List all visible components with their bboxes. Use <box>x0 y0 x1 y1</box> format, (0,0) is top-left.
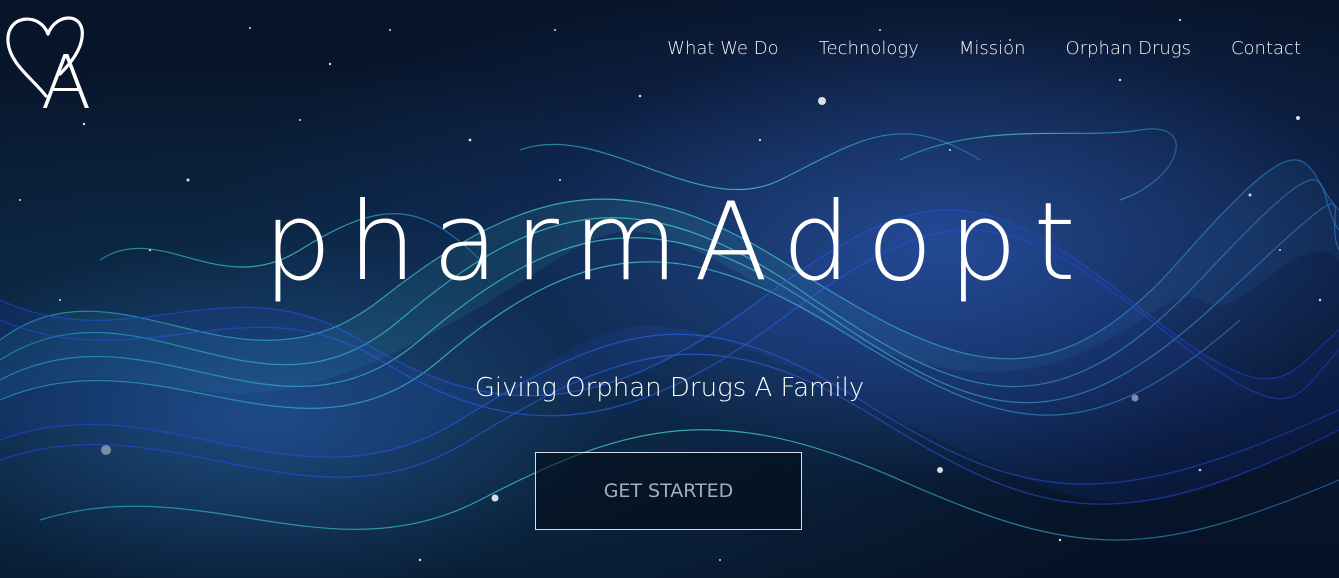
heart-a-logo-icon[interactable]: A <box>2 8 102 116</box>
hero-title: pharmAdopt <box>263 180 1092 305</box>
nav-link-what-we-do[interactable]: What We Do <box>667 36 778 62</box>
hero-tagline: Giving Orphan Drugs A Family <box>474 373 865 403</box>
nav-link-orphan-drugs[interactable]: Orphan Drugs <box>1066 36 1191 62</box>
nav-link-mission[interactable]: Mission <box>959 36 1026 62</box>
logo-letter: A <box>41 40 92 116</box>
nav-link-technology[interactable]: Technology <box>819 36 919 62</box>
hero-section: A What We Do Technology Mission Orphan D… <box>0 0 1339 578</box>
get-started-button[interactable]: GET STARTED <box>535 452 802 530</box>
main-nav: What We Do Technology Mission Orphan Dru… <box>627 36 1301 62</box>
nav-link-contact[interactable]: Contact <box>1231 36 1301 62</box>
